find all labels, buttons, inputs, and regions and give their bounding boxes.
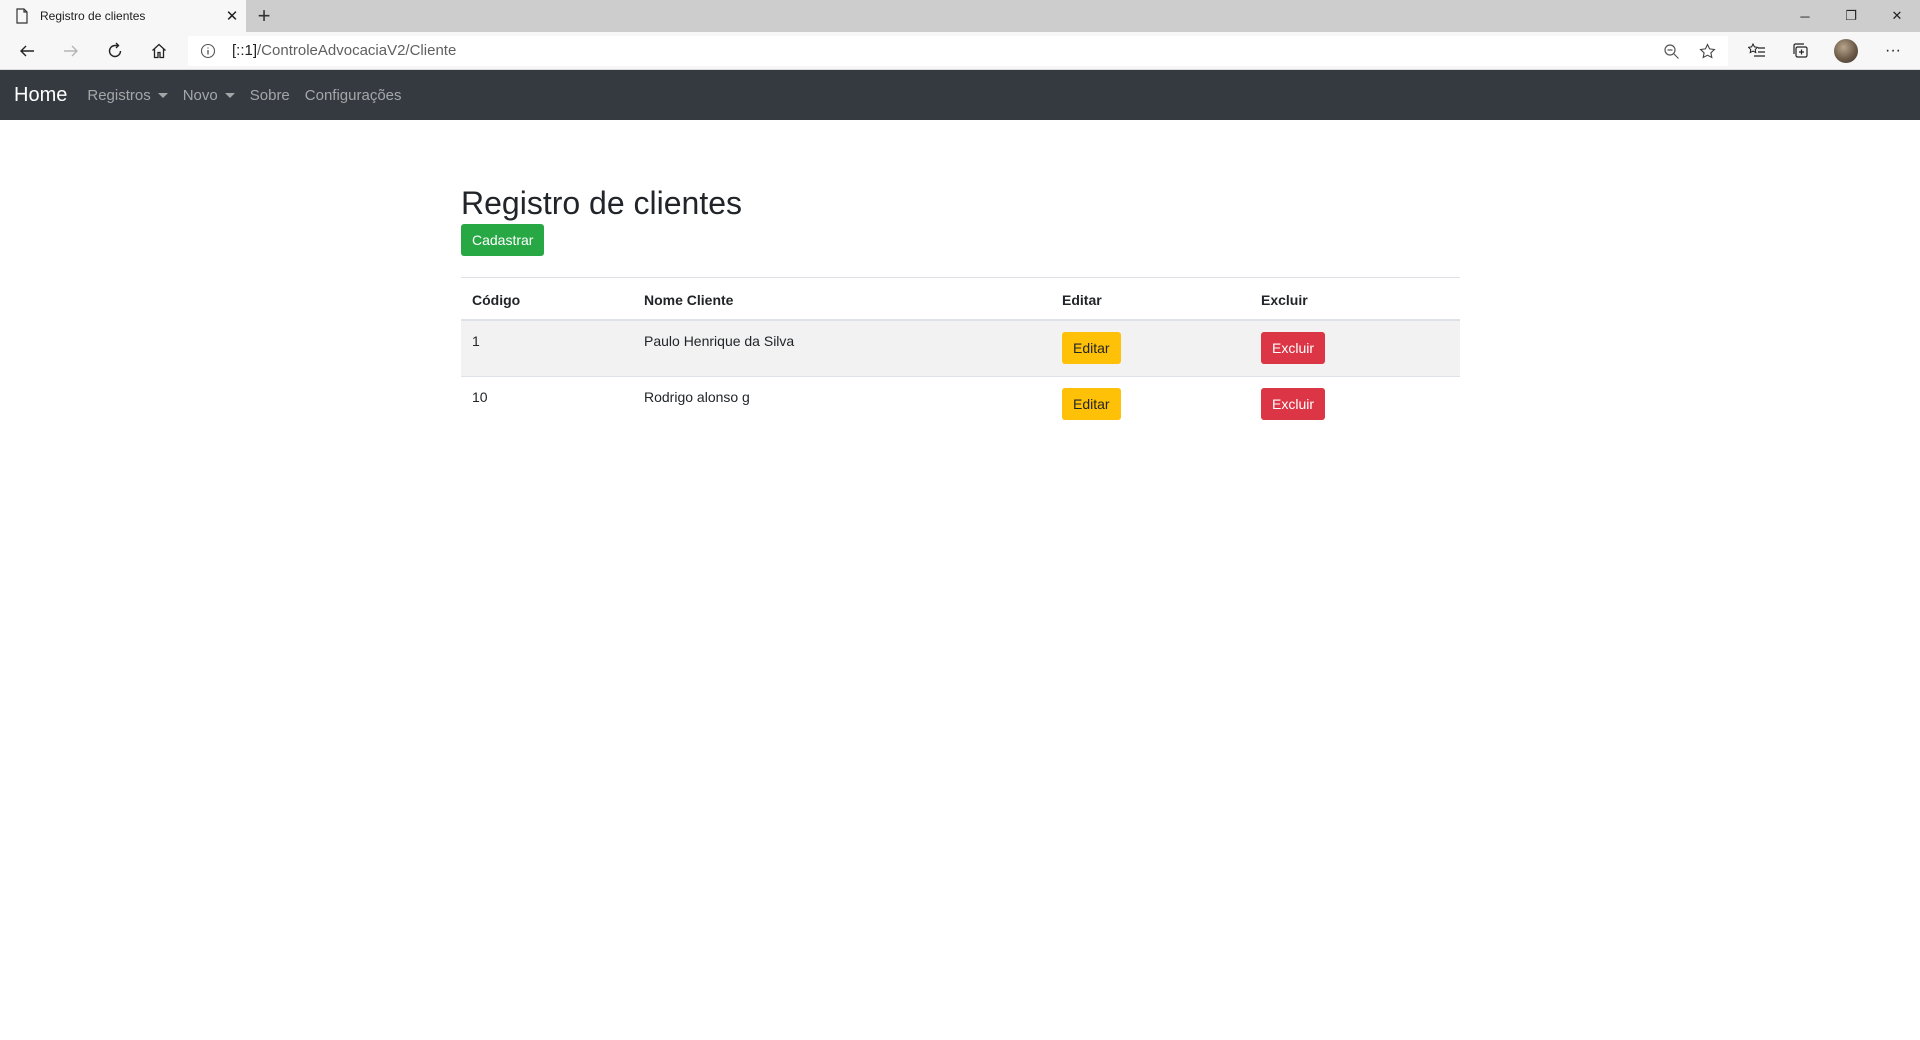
header-excluir: Excluir (1250, 277, 1460, 321)
browser-tab[interactable]: Registro de clientes ✕ (0, 0, 246, 32)
table-header-row: Código Nome Cliente Editar Excluir (461, 277, 1460, 321)
back-icon[interactable] (12, 36, 42, 66)
zoom-out-icon[interactable] (1656, 36, 1686, 66)
info-icon[interactable] (200, 43, 216, 59)
nav-item-sobre[interactable]: Sobre (250, 87, 290, 104)
nav-item-configuracoes[interactable]: Configurações (305, 87, 402, 104)
cell-excluir: Excluir (1250, 319, 1460, 377)
header-nome-cliente: Nome Cliente (633, 277, 1051, 321)
cell-excluir: Excluir (1250, 375, 1460, 432)
url-text: [::1]/ControleAdvocaciaV2/Cliente (232, 36, 456, 66)
close-tab-icon[interactable]: ✕ (218, 7, 246, 25)
app-navbar: Home Registros Novo Sobre Configurações (0, 70, 1920, 120)
cell-codigo: 10 (461, 375, 633, 432)
favorite-star-icon[interactable] (1692, 36, 1722, 66)
cell-editar: Editar (1051, 319, 1250, 377)
browser-toolbar: [::1]/ControleAdvocaciaV2/Cliente ··· (0, 32, 1920, 70)
cadastrar-button[interactable]: Cadastrar (461, 224, 545, 257)
favorites-icon[interactable] (1742, 36, 1772, 66)
edit-button[interactable]: Editar (1062, 387, 1121, 420)
table-row: 1 Paulo Henrique da Silva Editar Excluir (461, 319, 1460, 377)
nav-item-label: Novo (182, 86, 218, 104)
nav-item-registros[interactable]: Registros (87, 86, 168, 104)
forward-icon[interactable] (56, 36, 86, 66)
cell-editar: Editar (1051, 375, 1250, 432)
refresh-icon[interactable] (100, 36, 130, 66)
address-bar[interactable]: [::1]/ControleAdvocaciaV2/Cliente (188, 36, 1728, 66)
chevron-down-icon (157, 92, 168, 98)
page-icon (16, 8, 28, 24)
close-window-button[interactable]: ✕ (1874, 0, 1920, 32)
chevron-down-icon (224, 92, 235, 98)
cell-nome: Paulo Henrique da Silva (633, 319, 1051, 377)
new-tab-button[interactable]: + (252, 4, 276, 28)
collections-icon[interactable] (1786, 36, 1816, 66)
navbar-brand-home[interactable]: Home (14, 84, 67, 107)
tab-title: Registro de clientes (40, 9, 146, 23)
page-title: Registro de clientes (461, 185, 743, 221)
minimize-button[interactable]: ─ (1782, 0, 1828, 32)
table-row: 10 Rodrigo alonso g Editar Excluir (461, 375, 1460, 432)
url-path: /ControleAdvocaciaV2/Cliente (257, 42, 457, 59)
cell-codigo: 1 (461, 319, 633, 377)
more-options-icon[interactable]: ··· (1878, 36, 1908, 66)
main-container: Registro de clientes Cadastrar Código No… (461, 120, 1460, 432)
header-codigo: Código (461, 277, 633, 321)
cell-nome: Rodrigo alonso g (633, 375, 1051, 432)
header-editar: Editar (1051, 277, 1250, 321)
clients-table: Código Nome Cliente Editar Excluir 1 Pau… (461, 277, 1460, 432)
profile-avatar[interactable] (1834, 39, 1858, 63)
restore-button[interactable]: ❐ (1828, 0, 1874, 32)
edit-button[interactable]: Editar (1062, 331, 1121, 364)
delete-button[interactable]: Excluir (1261, 387, 1326, 420)
url-host: [::1] (232, 42, 258, 59)
delete-button[interactable]: Excluir (1261, 331, 1326, 364)
home-icon[interactable] (144, 36, 174, 66)
browser-tabstrip: Registro de clientes ✕ + ─ ❐ ✕ (0, 0, 1920, 32)
nav-item-novo[interactable]: Novo (183, 87, 235, 104)
nav-item-label: Registros (87, 86, 151, 104)
